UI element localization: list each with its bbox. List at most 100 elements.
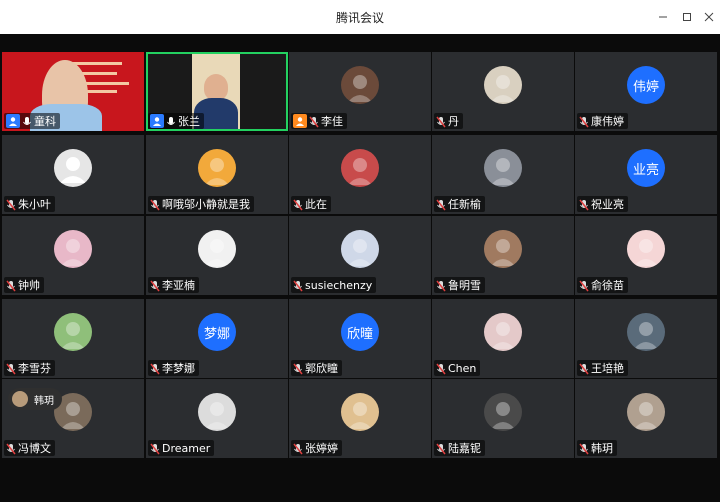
mic-muted-icon: [579, 115, 589, 128]
mic-muted-icon: [150, 362, 160, 375]
participant-name: 俞徐苗: [591, 279, 624, 292]
profile-photo-icon: [205, 239, 229, 266]
participant-label: 钟帅: [4, 277, 44, 293]
participant-tile[interactable]: 鲁明雪: [432, 216, 574, 295]
participant-label: 俞徐苗: [577, 277, 628, 293]
close-button[interactable]: [696, 0, 720, 34]
participant-tile[interactable]: 伟婷 康伟婷: [575, 52, 717, 131]
participant-name: 李雪芬: [18, 362, 51, 375]
profile-photo-icon: [634, 402, 658, 429]
participant-avatar: [484, 230, 522, 268]
maximize-icon: [683, 13, 691, 21]
mic-muted-icon: [436, 279, 446, 292]
participant-label: 李梦娜: [148, 360, 199, 376]
participant-label: 张兰: [148, 113, 204, 129]
participant-avatar: [54, 313, 92, 351]
mic-muted-icon: [579, 279, 589, 292]
title-bar: 腾讯会议: [0, 0, 720, 34]
participant-name: 丹: [448, 115, 459, 128]
participant-tile[interactable]: 王培艳: [575, 299, 717, 378]
participant-label: 童科: [4, 113, 60, 129]
participant-avatar: [341, 149, 379, 187]
default-avatar-icon: [60, 157, 86, 183]
host-badge-icon: [6, 114, 20, 128]
participant-tile[interactable]: 李佳: [289, 52, 431, 131]
mic-muted-icon: [6, 198, 16, 211]
participant-avatar: [627, 393, 665, 431]
participant-name: 康伟婷: [591, 115, 624, 128]
participant-tile[interactable]: 朱小叶: [2, 135, 144, 214]
minimize-icon: [659, 16, 667, 18]
video-grid: 童科 张兰 李佳 丹 伟婷 康伟婷 朱小叶 啊哦邬小静就是我 此在 任新榆 业亮 祝业亮 钟帅 李亚楠 su…: [0, 34, 720, 502]
participant-tile[interactable]: 此在: [289, 135, 431, 214]
participant-avatar: [198, 149, 236, 187]
participant-label: 李亚楠: [148, 277, 199, 293]
mic-muted-icon: [436, 442, 446, 455]
profile-photo-icon: [61, 239, 85, 266]
participant-label: 鲁明雪: [434, 277, 485, 293]
participant-tile[interactable]: 钟帅: [2, 216, 144, 295]
mic-muted-icon: [579, 198, 589, 211]
participant-avatar: 业亮: [627, 149, 665, 187]
participant-tile[interactable]: 俞徐苗: [575, 216, 717, 295]
participant-tile[interactable]: 啊哦邬小静就是我: [146, 135, 288, 214]
participant-name: 王培艳: [591, 362, 624, 375]
participant-name: 朱小叶: [18, 198, 51, 211]
profile-photo-icon: [634, 239, 658, 266]
profile-photo-icon: [491, 75, 515, 102]
mic-muted-icon: [6, 279, 16, 292]
close-icon: [704, 12, 714, 22]
floating-speaker-name: 韩玥: [34, 395, 54, 407]
participant-avatar: [484, 66, 522, 104]
mic-muted-icon: [579, 442, 589, 455]
minimize-button[interactable]: [650, 0, 676, 34]
floating-speaker-avatar: [12, 391, 28, 407]
participant-name: Dreamer: [162, 441, 211, 455]
participant-label: 郭欣瞳: [291, 360, 342, 376]
participant-avatar: [341, 66, 379, 104]
participant-tile[interactable]: 张婷婷: [289, 379, 431, 458]
slide-text-line: [72, 62, 122, 65]
participant-tile[interactable]: 童科: [2, 52, 144, 131]
participant-tile[interactable]: susiechenzy: [289, 216, 431, 295]
profile-photo-icon: [205, 402, 229, 429]
mic-muted-icon: [293, 442, 303, 455]
participant-label: 李佳: [291, 113, 347, 129]
profile-photo-icon: [634, 322, 658, 349]
participant-tile[interactable]: 陆嘉铌: [432, 379, 574, 458]
participant-tile[interactable]: 韩玥: [575, 379, 717, 458]
profile-photo-icon: [348, 75, 372, 102]
participant-tile[interactable]: 业亮 祝业亮: [575, 135, 717, 214]
mic-muted-icon: [6, 362, 16, 375]
profile-photo-icon: [491, 239, 515, 266]
participant-tile[interactable]: 欣曈 郭欣瞳: [289, 299, 431, 378]
mic-muted-icon: [293, 198, 303, 211]
participant-name: 祝业亮: [591, 198, 624, 211]
participant-label: 王培艳: [577, 360, 628, 376]
profile-photo-icon: [348, 402, 372, 429]
floating-speaker-indicator[interactable]: 韩玥: [8, 388, 62, 410]
participant-label: 李雪芬: [4, 360, 55, 376]
mic-muted-icon: [436, 115, 446, 128]
participant-avatar: [54, 230, 92, 268]
mic-muted-icon: [579, 362, 589, 375]
participant-name: Chen: [448, 361, 477, 375]
participant-label: susiechenzy: [291, 277, 377, 293]
participant-tile[interactable]: 李亚楠: [146, 216, 288, 295]
participant-name: susiechenzy: [305, 278, 373, 292]
participant-tile[interactable]: 任新榆: [432, 135, 574, 214]
participant-tile[interactable]: 张兰: [146, 52, 288, 131]
meeting-window: 腾讯会议 童科 张兰 李佳 丹 伟婷 康伟婷 朱小叶 啊哦邬小静就是我 此在 任新榆 业亮 祝业亮 钟帅…: [0, 0, 720, 502]
participant-label: 冯博文: [4, 440, 55, 456]
participant-label: 张婷婷: [291, 440, 342, 456]
participant-label: 此在: [291, 196, 331, 212]
participant-tile[interactable]: 丹: [432, 52, 574, 131]
participant-name: 韩玥: [591, 442, 613, 455]
participant-tile[interactable]: Chen: [432, 299, 574, 378]
participant-tile[interactable]: Dreamer: [146, 379, 288, 458]
mic-muted-icon: [309, 115, 319, 128]
participant-tile[interactable]: 李雪芬: [2, 299, 144, 378]
participant-name: 李梦娜: [162, 362, 195, 375]
participant-tile[interactable]: 梦娜 李梦娜: [146, 299, 288, 378]
participant-name: 此在: [305, 198, 327, 211]
